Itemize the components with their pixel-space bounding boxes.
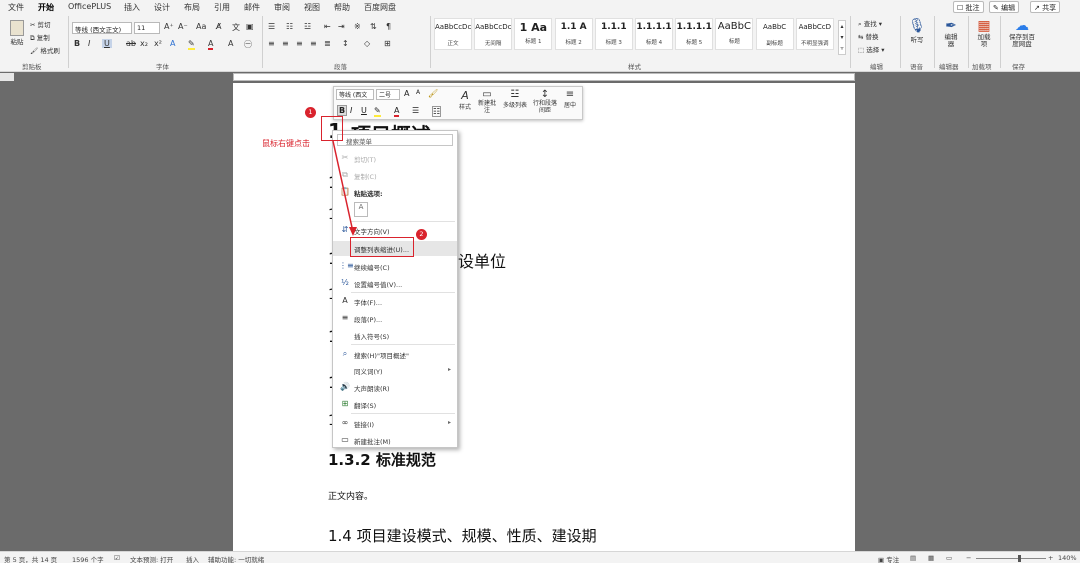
web-layout-icon[interactable]: ▭ [946, 554, 952, 562]
insert-mode[interactable]: 插入 [186, 554, 199, 563]
annotation-arrow [332, 140, 357, 236]
zoom-out-button[interactable]: − [966, 554, 971, 562]
proofing-icon[interactable]: ☑ [114, 554, 120, 562]
zoom-in-button[interactable]: + [1048, 554, 1053, 562]
status-bar: 第 5 页，共 14 页 1596 个字 ☑ 文本预测: 打开 插入 辅助功能:… [0, 551, 1080, 563]
print-layout-icon[interactable]: ▦ [928, 554, 934, 562]
accessibility-status[interactable]: 辅助功能: 一切就绪 [208, 554, 264, 563]
focus-label: 专注 [886, 556, 900, 563]
word-count[interactable]: 1596 个字 [72, 554, 104, 563]
page-count[interactable]: 第 5 页，共 14 页 [4, 554, 57, 563]
read-mode-icon[interactable]: ▤ [910, 554, 916, 562]
focus-button[interactable]: ▣ 专注 [878, 554, 899, 563]
zoom-slider[interactable] [976, 558, 1046, 559]
text-prediction-status[interactable]: 文本预测: 打开 [130, 554, 173, 563]
zoom-slider-thumb[interactable] [1018, 555, 1021, 562]
zoom-level[interactable]: 140% [1058, 554, 1077, 562]
